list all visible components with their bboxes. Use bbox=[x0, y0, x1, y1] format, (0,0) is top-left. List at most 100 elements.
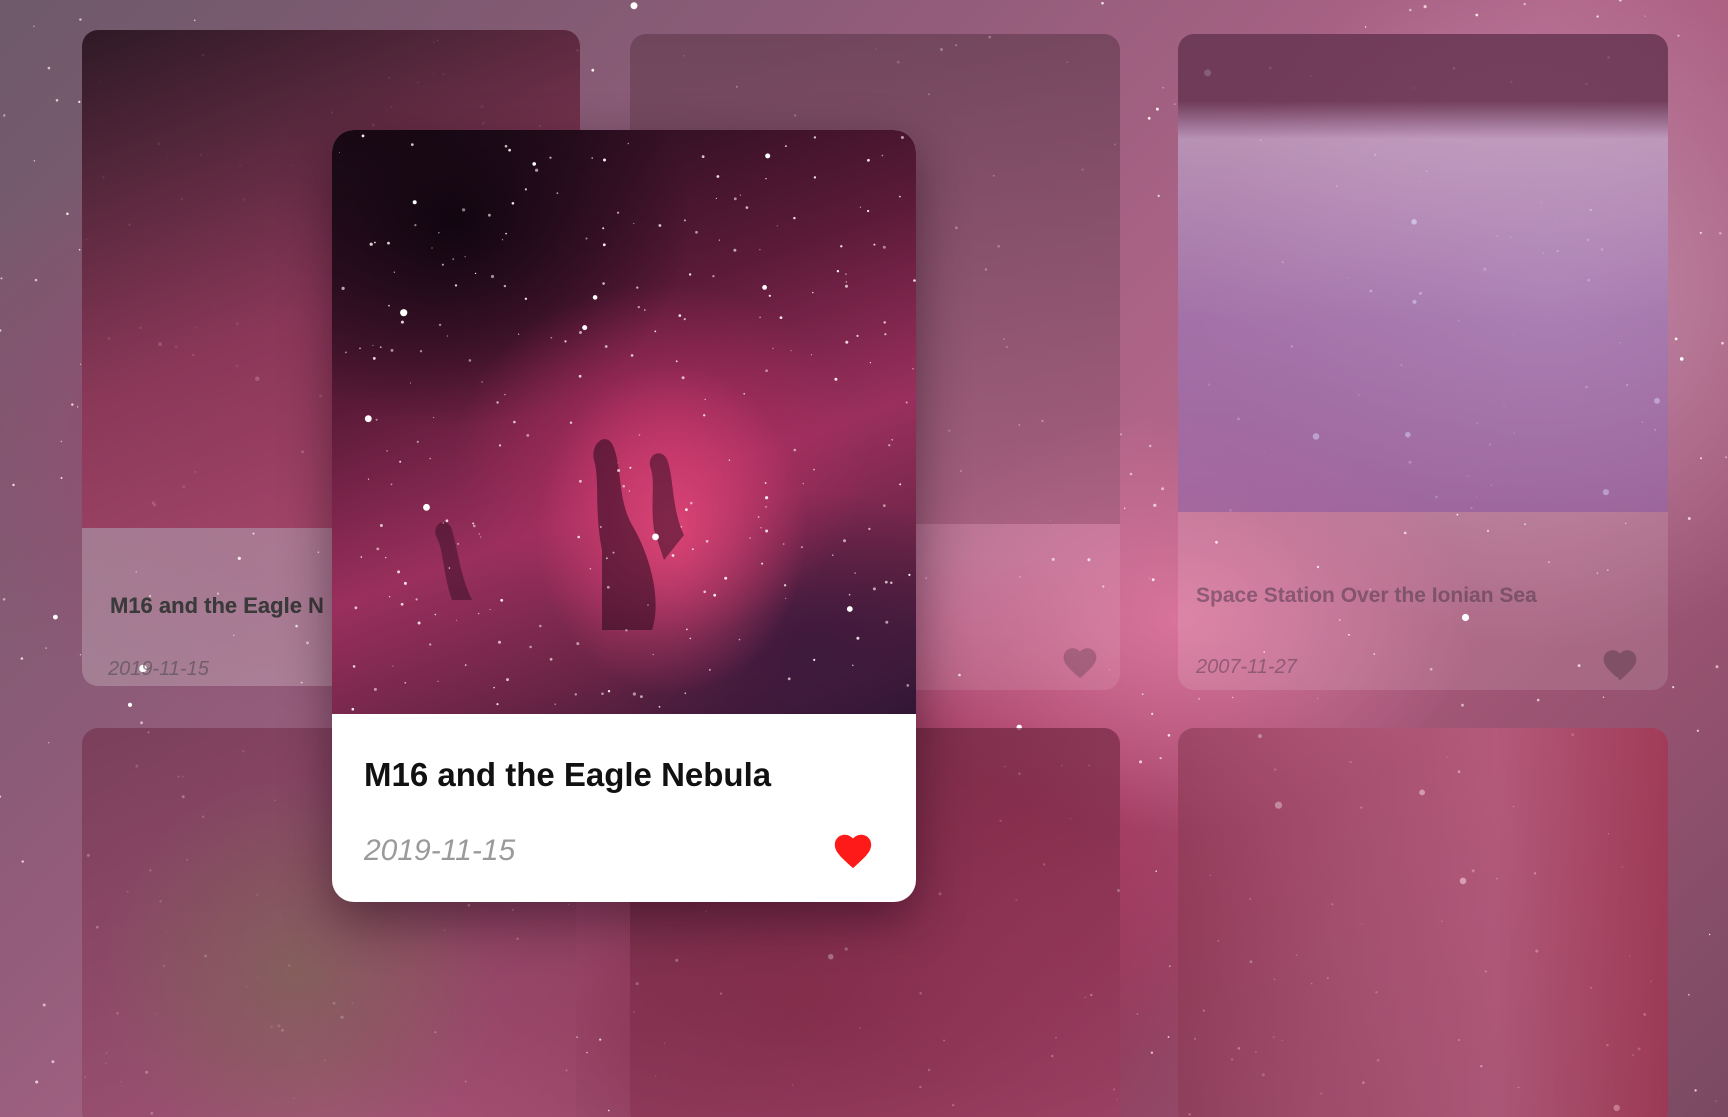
star bbox=[513, 420, 516, 424]
card-title: M16 and the Eagle Nebula bbox=[364, 756, 772, 793]
photo-image[interactable] bbox=[332, 130, 916, 714]
star bbox=[1644, 15, 1646, 17]
star bbox=[612, 551, 615, 554]
star bbox=[671, 554, 675, 557]
star bbox=[387, 241, 390, 245]
star bbox=[733, 197, 737, 201]
star bbox=[790, 350, 792, 352]
star bbox=[416, 440, 419, 443]
star bbox=[345, 351, 347, 354]
star bbox=[785, 145, 787, 147]
star bbox=[836, 270, 840, 273]
star bbox=[738, 638, 741, 641]
star bbox=[549, 156, 552, 159]
star bbox=[869, 362, 872, 364]
photo-thumbnail[interactable] bbox=[1178, 728, 1668, 1117]
star bbox=[0, 277, 3, 280]
heart-icon[interactable] bbox=[830, 830, 876, 870]
star bbox=[776, 225, 778, 227]
photo-card[interactable]: Space Station Over the Ionian Sea 2007-1… bbox=[1178, 34, 1668, 690]
star bbox=[524, 188, 527, 191]
star bbox=[415, 598, 418, 601]
star bbox=[681, 376, 685, 380]
star bbox=[813, 658, 816, 662]
star bbox=[379, 346, 382, 349]
star bbox=[403, 581, 407, 585]
star bbox=[354, 606, 358, 610]
expanded-photo-card[interactable]: M16 and the Eagle Nebula 2019-11-15 bbox=[332, 130, 916, 902]
star bbox=[701, 155, 705, 158]
photo-card[interactable] bbox=[1178, 728, 1668, 1117]
star bbox=[1699, 231, 1702, 234]
star bbox=[630, 2, 638, 10]
star bbox=[913, 279, 916, 282]
star bbox=[0, 795, 2, 798]
star bbox=[704, 398, 706, 401]
star bbox=[647, 604, 649, 606]
star bbox=[884, 333, 887, 336]
star bbox=[388, 596, 391, 598]
star bbox=[33, 160, 36, 162]
star bbox=[412, 200, 417, 205]
star bbox=[652, 533, 659, 541]
star bbox=[1715, 1100, 1717, 1102]
star bbox=[1101, 1, 1104, 5]
star bbox=[1461, 703, 1464, 707]
star bbox=[765, 178, 767, 180]
star bbox=[457, 542, 460, 545]
star bbox=[772, 347, 774, 350]
star bbox=[579, 331, 582, 334]
heart-icon[interactable] bbox=[1600, 646, 1640, 682]
star bbox=[414, 224, 417, 227]
star bbox=[1161, 487, 1164, 491]
star bbox=[372, 357, 376, 360]
star bbox=[601, 692, 604, 695]
star bbox=[529, 645, 532, 649]
star bbox=[504, 144, 508, 148]
star bbox=[574, 693, 577, 696]
card-title: Space Station Over the Ionian Sea bbox=[1196, 584, 1537, 607]
star bbox=[845, 273, 847, 275]
star bbox=[20, 657, 24, 660]
star bbox=[718, 239, 720, 241]
star bbox=[71, 403, 74, 406]
nebula-stars bbox=[338, 134, 916, 711]
heart-icon[interactable] bbox=[1060, 644, 1100, 680]
star bbox=[728, 459, 731, 461]
photo-thumbnail[interactable] bbox=[1178, 34, 1668, 512]
star bbox=[503, 284, 507, 288]
star bbox=[739, 194, 741, 196]
star bbox=[675, 360, 678, 363]
star bbox=[464, 664, 467, 666]
star bbox=[652, 653, 654, 656]
star bbox=[532, 162, 536, 166]
star bbox=[1139, 760, 1143, 764]
star bbox=[372, 344, 374, 346]
star bbox=[884, 580, 888, 584]
star bbox=[480, 536, 482, 538]
star bbox=[638, 434, 641, 436]
star bbox=[446, 335, 448, 337]
star bbox=[390, 348, 394, 352]
star bbox=[633, 223, 635, 224]
star bbox=[1536, 698, 1540, 702]
star bbox=[683, 219, 686, 222]
star bbox=[60, 477, 63, 479]
star bbox=[733, 248, 737, 252]
star bbox=[761, 562, 764, 565]
star bbox=[351, 707, 355, 711]
star bbox=[1708, 933, 1711, 936]
star bbox=[77, 406, 79, 408]
star bbox=[1168, 965, 1171, 968]
star bbox=[400, 309, 408, 317]
star bbox=[602, 282, 605, 285]
star bbox=[127, 702, 133, 708]
star bbox=[843, 539, 846, 543]
star bbox=[617, 211, 620, 214]
star bbox=[599, 526, 602, 528]
star bbox=[692, 548, 694, 551]
star bbox=[765, 506, 767, 508]
star bbox=[832, 554, 834, 556]
star bbox=[500, 598, 504, 602]
star bbox=[810, 354, 812, 356]
